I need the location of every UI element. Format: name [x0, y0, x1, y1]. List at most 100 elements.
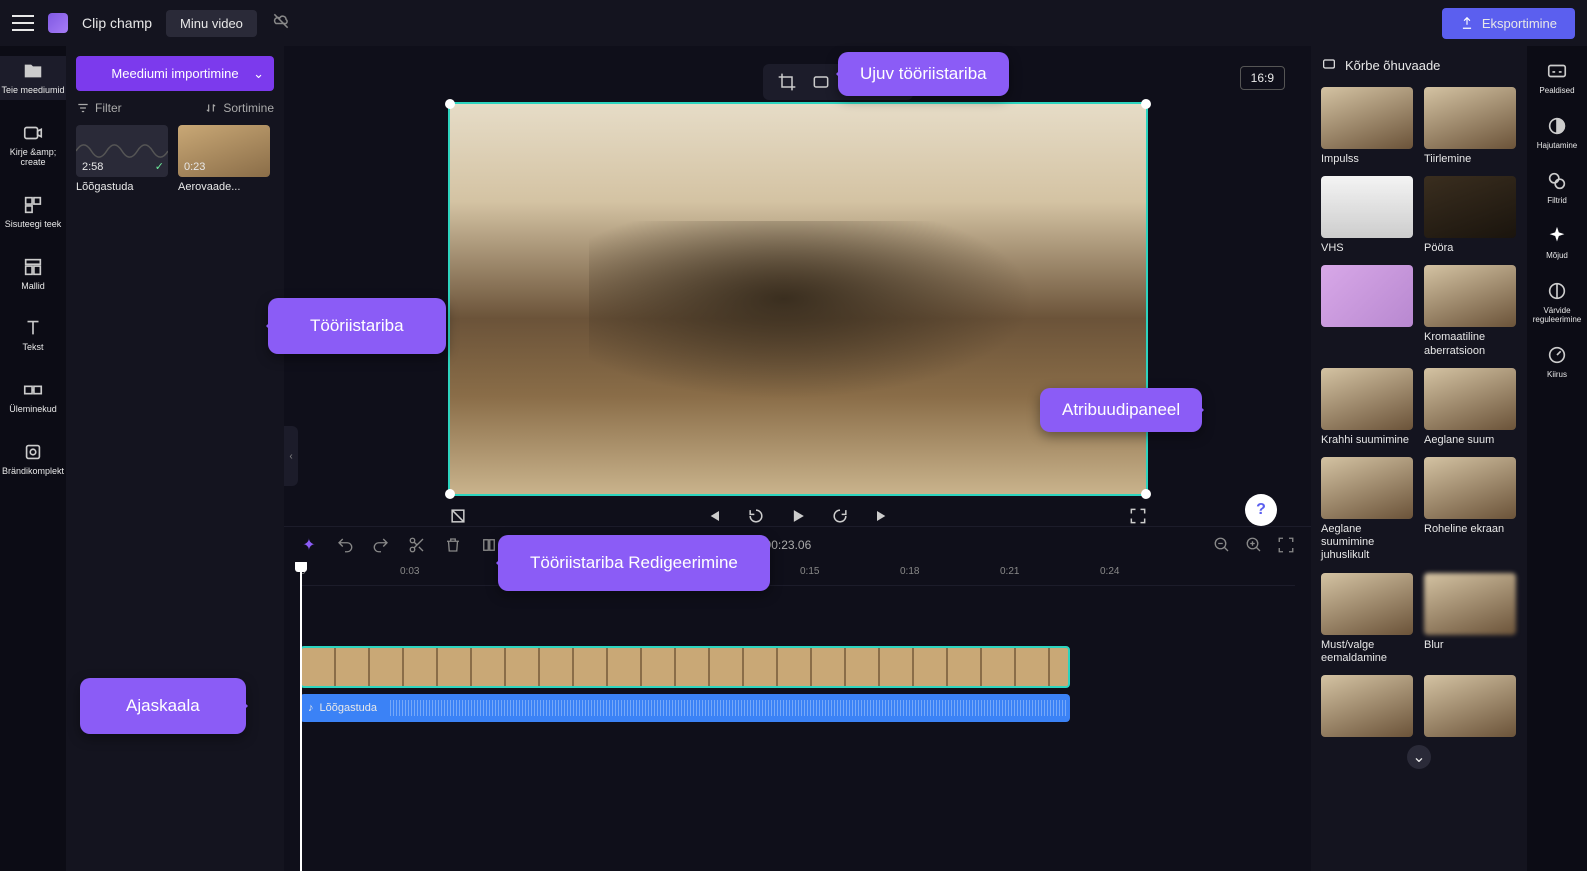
effect-item[interactable]: Roheline ekraan — [1424, 457, 1517, 563]
menu-icon[interactable] — [12, 15, 34, 31]
video-thumbnail: 0:23 — [178, 125, 270, 177]
zoom-out-icon[interactable] — [1213, 536, 1231, 554]
fit-timeline-icon[interactable] — [1277, 536, 1295, 554]
video-clip[interactable] — [300, 646, 1070, 688]
rail-captions[interactable]: Pealdised — [1539, 60, 1574, 95]
chevron-down-icon[interactable]: ⌄ — [253, 66, 264, 82]
preview-canvas[interactable] — [448, 102, 1148, 496]
resize-handle-tl[interactable] — [445, 99, 455, 109]
media-name: Aerovaade... — [178, 181, 270, 193]
rewind-icon[interactable] — [746, 506, 766, 526]
effect-item[interactable]: VHS — [1321, 176, 1414, 255]
effect-item[interactable]: Impulss — [1321, 87, 1414, 166]
export-label: Eksportimine — [1482, 16, 1557, 31]
effect-item[interactable]: Aeglane suumimine juhuslikult — [1321, 457, 1414, 563]
effect-item[interactable]: Tiirlemine — [1424, 87, 1517, 166]
preview-area: ⋯ 16:9 ? — [284, 46, 1311, 526]
skip-forward-icon[interactable] — [872, 506, 892, 526]
callout-editbar: Tööriistariba Redigeerimine — [498, 535, 770, 591]
media-item-audio[interactable]: 2:58 ✓ Lõõgastuda — [76, 125, 168, 193]
camera-icon — [22, 122, 44, 144]
effect-item[interactable] — [1321, 675, 1414, 737]
effect-item[interactable]: Kromaatiline aberratsioon — [1424, 265, 1517, 357]
ruler-tick: 0:18 — [900, 566, 919, 577]
resize-handle-br[interactable] — [1141, 489, 1151, 499]
ruler-tick: 0:24 — [1100, 566, 1119, 577]
sidebar-templates[interactable]: Mallid — [0, 252, 66, 296]
audio-track[interactable]: ♪ Lõõgastuda — [300, 694, 1295, 722]
effect-item[interactable]: Must/valge eemaldamine — [1321, 573, 1414, 665]
playhead[interactable] — [300, 562, 302, 871]
import-media-button[interactable]: Meediumi importimine ⌄ — [76, 56, 274, 91]
rail-fade[interactable]: Hajutamine — [1537, 115, 1577, 150]
brandkit-icon — [22, 441, 44, 463]
sidebar-record[interactable]: Kirje &amp; create — [0, 118, 66, 172]
playback-controls — [448, 506, 1148, 526]
media-item-video[interactable]: 0:23 Aerovaade... — [178, 125, 270, 193]
callout-properties: Atribuudipaneel — [1040, 388, 1202, 432]
resize-handle-bl[interactable] — [445, 489, 455, 499]
effect-item[interactable] — [1424, 675, 1517, 737]
rail-speed[interactable]: Kiirus — [1546, 344, 1568, 379]
effect-item[interactable]: Krahhi suumimine — [1321, 368, 1414, 447]
resize-handle-tr[interactable] — [1141, 99, 1151, 109]
media-duration: 2:58 — [82, 161, 103, 173]
speed-icon — [1546, 344, 1568, 366]
timeline[interactable]: 0 0:03 0:06 0:09 0:12 0:15 0:18 0:21 0:2… — [284, 562, 1311, 871]
sort-button[interactable]: Sortimine — [204, 101, 274, 115]
ruler-tick: 0:03 — [400, 566, 419, 577]
timeline-ruler[interactable]: 0 0:03 0:06 0:09 0:12 0:15 0:18 0:21 0:2… — [300, 562, 1295, 586]
transition-icon — [22, 379, 44, 401]
skip-back-icon[interactable] — [704, 506, 724, 526]
effect-item[interactable] — [1321, 265, 1414, 357]
aspect-ratio-button[interactable]: 16:9 — [1240, 66, 1285, 90]
sidebar-brandkit[interactable]: Brändikomplekt — [0, 437, 66, 481]
audio-clip[interactable]: ♪ Lõõgastuda — [300, 694, 1070, 722]
ruler-tick: 0:21 — [1000, 566, 1019, 577]
callout-floating-toolbar: Ujuv tööriistariba — [838, 52, 1009, 96]
forward-icon[interactable] — [830, 506, 850, 526]
effects-panel: Kõrbe õhuvaade Impulss Tiirlemine VHS Pö… — [1311, 46, 1527, 871]
export-button[interactable]: Eksportimine — [1442, 8, 1575, 39]
fullscreen-icon[interactable] — [1128, 506, 1148, 526]
redo-icon[interactable] — [372, 536, 390, 554]
video-track[interactable] — [300, 646, 1295, 688]
top-bar: Clip champ Minu video Eksportimine — [0, 0, 1587, 46]
sidebar-text[interactable]: Tekst — [0, 313, 66, 357]
effect-item[interactable]: Pööra — [1424, 176, 1517, 255]
effect-item[interactable]: Blur — [1424, 573, 1517, 665]
video-title-input[interactable]: Minu video — [166, 10, 257, 37]
captions-icon — [1546, 60, 1568, 82]
rail-effects[interactable]: Mõjud — [1546, 225, 1568, 260]
text-icon — [22, 317, 44, 339]
sidebar-transitions[interactable]: Üleminekud — [0, 375, 66, 419]
zoom-in-icon[interactable] — [1245, 536, 1263, 554]
edit-toolbar: ✦ 00:00.00 / 00:23.06 — [284, 526, 1311, 562]
callout-toolbar: Tööriistariba — [268, 298, 446, 354]
ai-icon[interactable]: ✦ — [300, 536, 318, 554]
play-icon[interactable] — [788, 506, 808, 526]
media-duration: 0:23 — [184, 161, 205, 173]
crop-icon[interactable] — [777, 72, 797, 92]
right-property-rail: Pealdised Hajutamine Filtrid Mõjud Värvi… — [1527, 46, 1587, 871]
rail-label: Brändikomplekt — [2, 467, 64, 477]
rail-filters[interactable]: Filtrid — [1546, 170, 1568, 205]
media-name: Lõõgastuda — [76, 181, 168, 193]
effect-item[interactable]: Aeglane suum — [1424, 368, 1517, 447]
contrast-icon — [1546, 280, 1568, 302]
filter-button[interactable]: Filter — [76, 101, 122, 115]
rail-color[interactable]: Värvide reguleerimine — [1527, 280, 1587, 324]
audio-clip-name: Lõõgastuda — [320, 702, 378, 714]
trash-icon[interactable] — [444, 536, 462, 554]
help-button[interactable]: ? — [1245, 494, 1277, 526]
sidebar-your-media[interactable]: Teie meediumid — [0, 56, 66, 100]
rail-label: Mallid — [21, 282, 45, 292]
rail-label: Üleminekud — [9, 405, 57, 415]
chevron-down-icon[interactable]: ⌄ — [1407, 745, 1431, 769]
sidebar-library[interactable]: Sisuteegi teek — [0, 190, 66, 234]
cloud-sync-icon[interactable] — [271, 11, 291, 36]
remove-watermark-icon[interactable] — [448, 506, 468, 526]
filters-icon — [1546, 170, 1568, 192]
scissors-icon[interactable] — [408, 536, 426, 554]
undo-icon[interactable] — [336, 536, 354, 554]
